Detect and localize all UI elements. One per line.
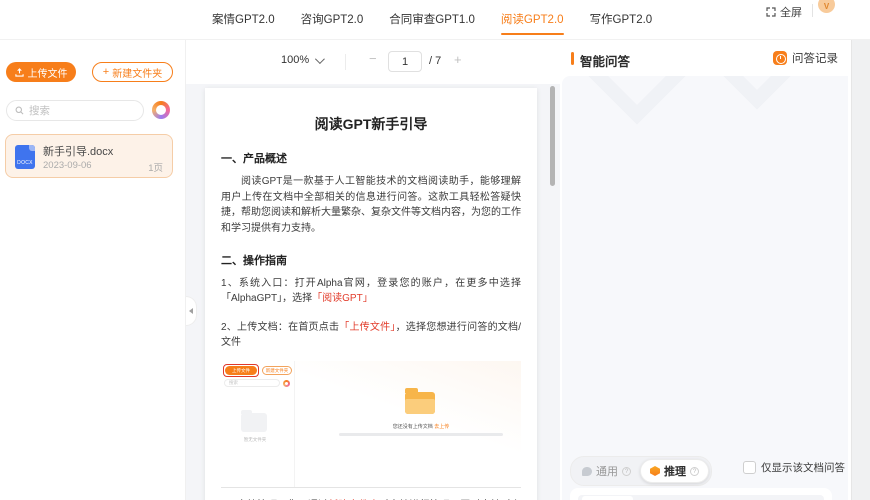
doc-step2-link: 「上传文件」 <box>339 322 396 333</box>
mode-reasoning-label: 推理 <box>664 466 686 478</box>
file-name: 新手引导.docx <box>43 146 114 158</box>
qa-history-button[interactable]: 问答记录 <box>773 50 838 66</box>
tab-case-gpt[interactable]: 案情GPT2.0 <box>212 0 275 40</box>
tab-consult-gpt[interactable]: 咨询GPT2.0 <box>301 0 364 40</box>
figure-caption-text: 您还没有上传文档 <box>392 424 435 430</box>
page-next-button[interactable]: + <box>454 52 462 67</box>
mode-toggle: 通用 ? 推理 ? <box>570 456 712 486</box>
accent-bar <box>571 52 574 65</box>
doc-step-1: 1、系统入口：打开Alpha官网，登录您的账户，在更多中选择「AlphaGPT」… <box>221 276 521 306</box>
figure-empty-folder-label: 暂无文件夹 <box>243 437 267 442</box>
file-date: 2023-09-06 <box>43 160 92 171</box>
new-folder-label: 新建文件夹 <box>112 68 163 80</box>
doc-embedded-screenshot: 上传文件 新建文件夹 搜索 暂无文件夹 您还没有上传文档 去上传 <box>221 361 521 488</box>
page-prev-button[interactable]: − <box>369 51 377 66</box>
search-icon <box>15 106 24 115</box>
help-icon[interactable]: ? <box>622 466 631 476</box>
toolbar-divider <box>345 54 346 70</box>
chat-bubble-icon <box>582 466 592 476</box>
tab-bar: 案情GPT2.0 咨询GPT2.0 合同审查GPT1.0 阅读GPT2.0 写作… <box>212 0 652 40</box>
window-scroll-gutter <box>851 15 870 500</box>
mode-general-button[interactable]: 通用 ? <box>573 460 640 482</box>
avatar[interactable]: V <box>818 0 835 13</box>
background-chevron-decor <box>573 76 701 125</box>
help-icon[interactable]: ? <box>690 466 699 476</box>
qa-body: 通用 ? 推理 ? 仅显示该文档问答 消耗 1 次 共选中1个文档 <box>562 76 848 500</box>
pdf-viewer-panel: 100% − / 7 + 阅读GPT新手引导 一、产品概述 阅读GPT是一款基于… <box>186 40 560 500</box>
figure-folder-icon <box>405 388 435 414</box>
figure-new-folder-button: 新建文件夹 <box>262 366 292 375</box>
docx-type-label: DOCX <box>17 160 33 166</box>
doc-only-checkbox[interactable] <box>743 461 756 474</box>
figure-loading-ring-icon <box>283 380 290 387</box>
figure-highlight-box: 上传文件 <box>223 364 259 377</box>
page-number-input[interactable] <box>388 51 422 72</box>
figure-search-box: 搜索 <box>224 379 280 387</box>
tab-writing-gpt[interactable]: 写作GPT2.0 <box>590 0 653 40</box>
search-box <box>6 100 144 121</box>
mode-general-label: 通用 <box>596 466 618 478</box>
sidebar: 上传文件 + 新建文件夹 DOCX 新手引导.docx 2023-09-06 1… <box>0 40 186 500</box>
zoom-value: 100% <box>281 54 310 66</box>
doc-step1-link: 「阅读GPT」 <box>312 293 373 304</box>
doc-section1-body: 阅读GPT是一款基于人工智能技术的文档阅读助手，能够理解用户上传在文档中全部相关… <box>221 176 521 234</box>
chevron-down-icon <box>315 53 326 64</box>
pdf-page: 阅读GPT新手引导 一、产品概述 阅读GPT是一款基于人工智能技术的文档阅读助手… <box>205 88 537 500</box>
doc-only-label: 仅显示该文档问答 <box>761 462 845 474</box>
background-chevron-decor <box>693 76 821 110</box>
history-clock-icon <box>773 51 787 65</box>
qa-history-label: 问答记录 <box>792 53 838 65</box>
fullscreen-button[interactable]: 全屏 <box>766 0 802 24</box>
consume-badge: 消耗 1 次 <box>582 495 634 500</box>
figure-empty-folder-icon <box>241 410 267 432</box>
figure-subcaption-line <box>339 433 503 436</box>
upload-icon <box>14 67 24 77</box>
tab-contract-review-gpt[interactable]: 合同审查GPT1.0 <box>389 0 475 40</box>
figure-caption: 您还没有上传文档 去上传 <box>311 423 521 430</box>
new-folder-button[interactable]: + 新建文件夹 <box>92 62 173 82</box>
doc-title: 阅读GPT新手引导 <box>314 116 428 132</box>
file-page-count: 1页 <box>148 163 163 174</box>
docx-file-icon: DOCX <box>15 145 35 169</box>
pdf-scrollbar-thumb[interactable] <box>550 86 555 186</box>
tab-reading-gpt[interactable]: 阅读GPT2.0 <box>500 0 564 40</box>
loading-ring-icon <box>152 101 170 119</box>
header-divider <box>812 4 813 17</box>
upload-file-label: 上传文件 <box>27 68 68 80</box>
figure-upload-button: 上传文件 <box>225 366 257 375</box>
pdf-toolbar: 100% − / 7 + <box>186 40 560 84</box>
pdf-scroll-area[interactable]: 阅读GPT新手引导 一、产品概述 阅读GPT是一款基于人工智能技术的文档阅读助手… <box>186 84 560 500</box>
question-input-card: 消耗 1 次 共选中1个文档 <box>570 488 832 500</box>
page-total-label: / 7 <box>429 55 442 67</box>
search-input[interactable] <box>29 104 129 117</box>
chevron-left-icon <box>189 308 193 314</box>
doc-only-toggle[interactable]: 仅显示该文档问答 <box>743 460 845 475</box>
app-window: 案情GPT2.0 咨询GPT2.0 合同审查GPT1.0 阅读GPT2.0 写作… <box>0 0 870 500</box>
doc-section1-heading: 一、产品概述 <box>221 153 287 165</box>
plus-icon: + <box>102 65 110 78</box>
top-header: 案情GPT2.0 咨询GPT2.0 合同审查GPT1.0 阅读GPT2.0 写作… <box>0 0 870 40</box>
qa-header: 智能问答 问答记录 <box>562 40 848 76</box>
mode-reasoning-button[interactable]: 推理 ? <box>640 459 709 483</box>
file-card[interactable]: DOCX 新手引导.docx 2023-09-06 1页 <box>5 134 173 178</box>
doc-section2-heading: 二、操作指南 <box>221 255 287 267</box>
consume-strip: 消耗 1 次 共选中1个文档 <box>578 495 824 500</box>
gem-icon <box>650 466 660 476</box>
upload-file-button[interactable]: 上传文件 <box>6 62 76 82</box>
doc-step-2: 2、上传文档：在首页点击「上传文件」，选择您想进行问答的文档/文件 <box>221 320 521 350</box>
figure-caption-link: 去上传 <box>434 424 450 430</box>
qa-panel: 智能问答 问答记录 通用 ? 推理 ? 仅显示该文档问答 <box>562 40 848 500</box>
fullscreen-icon <box>766 7 776 17</box>
qa-title: 智能问答 <box>580 55 631 69</box>
fullscreen-label: 全屏 <box>780 7 802 19</box>
zoom-select[interactable]: 100% <box>281 53 326 66</box>
doc-step2-text: 2、上传文档：在首页点击 <box>221 322 340 333</box>
